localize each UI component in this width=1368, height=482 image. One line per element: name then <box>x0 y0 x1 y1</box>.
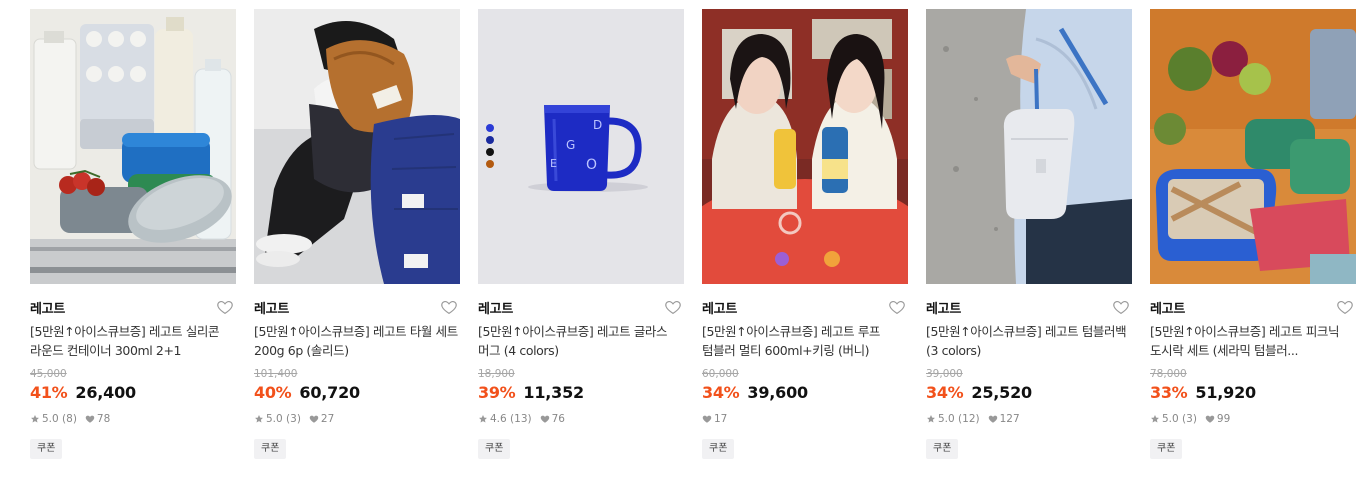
rating: 5.0 (8) <box>30 413 77 425</box>
mug-letter: O <box>586 157 597 173</box>
sale-price: 39,600 <box>747 383 808 402</box>
likes: 76 <box>540 413 565 425</box>
likes-count: 99 <box>1216 413 1231 425</box>
sale-price: 26,400 <box>75 383 136 402</box>
rating-text: 4.6 (13) <box>490 413 532 425</box>
heart-filled-icon <box>702 415 712 423</box>
wishlist-heart-icon[interactable] <box>888 298 906 316</box>
rating: 5.0 (3) <box>1150 413 1197 425</box>
heart-filled-icon <box>1205 415 1215 423</box>
product-photo <box>1150 9 1356 284</box>
likes-count: 127 <box>999 413 1020 425</box>
coupon-badge: 쿠폰 <box>926 439 959 459</box>
sale-price: 60,720 <box>299 383 360 402</box>
coupon-badge: 쿠폰 <box>1150 439 1183 459</box>
sale-price: 51,920 <box>1195 383 1256 402</box>
wishlist-heart-icon[interactable] <box>440 298 458 316</box>
likes-count: 17 <box>714 413 728 425</box>
product-card[interactable]: 레고트 [5만원↑아이스큐브증] 레고트 피크닉 도시락 세트 (세라믹 텀블러… <box>1150 9 1356 459</box>
product-photo <box>926 9 1132 284</box>
product-image-loop-tumbler[interactable] <box>702 9 908 284</box>
original-price: 45,000 <box>30 368 67 380</box>
star-icon <box>927 415 935 423</box>
discount-rate: 39% <box>478 383 516 402</box>
product-image-picnic-lunchbox[interactable] <box>1150 9 1356 284</box>
likes: 127 <box>988 413 1020 425</box>
brand-name[interactable]: 레고트 <box>702 298 737 317</box>
brand-name[interactable]: 레고트 <box>478 298 513 317</box>
sale-price: 25,520 <box>971 383 1032 402</box>
likes: 78 <box>85 413 110 425</box>
product-title[interactable]: [5만원↑아이스큐브증] 레고트 루프 텀블러 멀티 600ml+키링 (버니) <box>702 322 908 360</box>
mug-letter: G <box>566 138 575 152</box>
original-price: 60,000 <box>702 368 739 380</box>
brand-name[interactable]: 레고트 <box>1150 298 1185 317</box>
product-image-silicone-container[interactable] <box>30 9 236 284</box>
product-title[interactable]: [5만원↑아이스큐브증] 레고트 텀블러백 (3 colors) <box>926 322 1132 360</box>
wishlist-heart-icon[interactable] <box>664 298 682 316</box>
heart-filled-icon <box>309 415 319 423</box>
brand-name[interactable]: 레고트 <box>30 298 65 317</box>
rating: 4.6 (13) <box>478 413 532 425</box>
coupon-badge: 쿠폰 <box>30 439 63 459</box>
coupon-badge: 쿠폰 <box>254 439 287 459</box>
rating: 5.0 (12) <box>926 413 980 425</box>
heart-filled-icon <box>85 415 95 423</box>
heart-filled-icon <box>540 415 549 423</box>
product-card[interactable]: D G E O 레고트 [5만원↑아이스큐브증] 레고트 글라스 머그 (4 c… <box>478 9 684 459</box>
rating: 5.0 (3) <box>254 413 301 425</box>
star-icon <box>31 415 39 423</box>
mug-letter: D <box>593 118 602 132</box>
brand-name[interactable]: 레고트 <box>254 298 289 317</box>
sale-price: 11,352 <box>523 383 584 402</box>
likes: 99 <box>1205 413 1230 425</box>
rating-text: 5.0 (3) <box>1162 413 1197 425</box>
star-icon <box>479 415 487 423</box>
product-card[interactable]: 레고트 [5만원↑아이스큐브증] 레고트 타월 세트 200g 6p (솔리드)… <box>254 9 460 459</box>
product-card[interactable]: 레고트 [5만원↑아이스큐브증] 레고트 루프 텀블러 멀티 600ml+키링 … <box>702 9 908 459</box>
product-photo <box>254 9 460 284</box>
discount-rate: 34% <box>926 383 964 402</box>
original-price: 101,400 <box>254 368 298 380</box>
product-card[interactable]: 레고트 [5만원↑아이스큐브증] 레고트 실리콘 라운드 컨테이너 300ml … <box>30 9 236 459</box>
product-title[interactable]: [5만원↑아이스큐브증] 레고트 피크닉 도시락 세트 (세라믹 텀블러... <box>1150 322 1356 360</box>
product-grid: 레고트 [5만원↑아이스큐브증] 레고트 실리콘 라운드 컨테이너 300ml … <box>0 0 1368 482</box>
coupon-badge: 쿠폰 <box>478 439 511 459</box>
discount-rate: 34% <box>702 383 740 402</box>
discount-rate: 41% <box>30 383 68 402</box>
heart-filled-icon <box>988 415 997 423</box>
coupon-badge: 쿠폰 <box>702 439 735 459</box>
product-title[interactable]: [5만원↑아이스큐브증] 레고트 글라스 머그 (4 colors) <box>478 322 684 360</box>
star-icon <box>255 415 263 423</box>
product-card[interactable]: 레고트 [5만원↑아이스큐브증] 레고트 텀블러백 (3 colors) 39,… <box>926 9 1132 459</box>
discount-rate: 33% <box>1150 383 1188 402</box>
likes-count: 76 <box>551 413 565 425</box>
original-price: 78,000 <box>1150 368 1187 380</box>
rating-text: 5.0 (12) <box>938 413 980 425</box>
product-photo: D G E O <box>478 9 684 284</box>
product-title[interactable]: [5만원↑아이스큐브증] 레고트 실리콘 라운드 컨테이너 300ml 2+1 <box>30 322 236 360</box>
brand-name[interactable]: 레고트 <box>926 298 961 317</box>
star-icon <box>1151 415 1159 423</box>
original-price: 18,900 <box>478 368 515 380</box>
wishlist-heart-icon[interactable] <box>1112 298 1130 316</box>
likes-count: 78 <box>96 413 111 425</box>
product-photo <box>30 9 236 284</box>
product-image-glass-mug[interactable]: D G E O <box>478 9 684 284</box>
wishlist-heart-icon[interactable] <box>216 298 234 316</box>
product-title[interactable]: [5만원↑아이스큐브증] 레고트 타월 세트 200g 6p (솔리드) <box>254 322 460 360</box>
product-image-tumbler-bag[interactable] <box>926 9 1132 284</box>
rating-text: 5.0 (8) <box>42 413 77 425</box>
likes: 17 <box>702 413 727 425</box>
product-photo <box>702 9 908 284</box>
discount-rate: 40% <box>254 383 292 402</box>
wishlist-heart-icon[interactable] <box>1336 298 1354 316</box>
rating-text: 5.0 (3) <box>266 413 301 425</box>
likes-count: 27 <box>320 413 335 425</box>
likes: 27 <box>309 413 334 425</box>
product-image-towel-set[interactable] <box>254 9 460 284</box>
original-price: 39,000 <box>926 368 963 380</box>
mug-letter: E <box>550 157 557 170</box>
